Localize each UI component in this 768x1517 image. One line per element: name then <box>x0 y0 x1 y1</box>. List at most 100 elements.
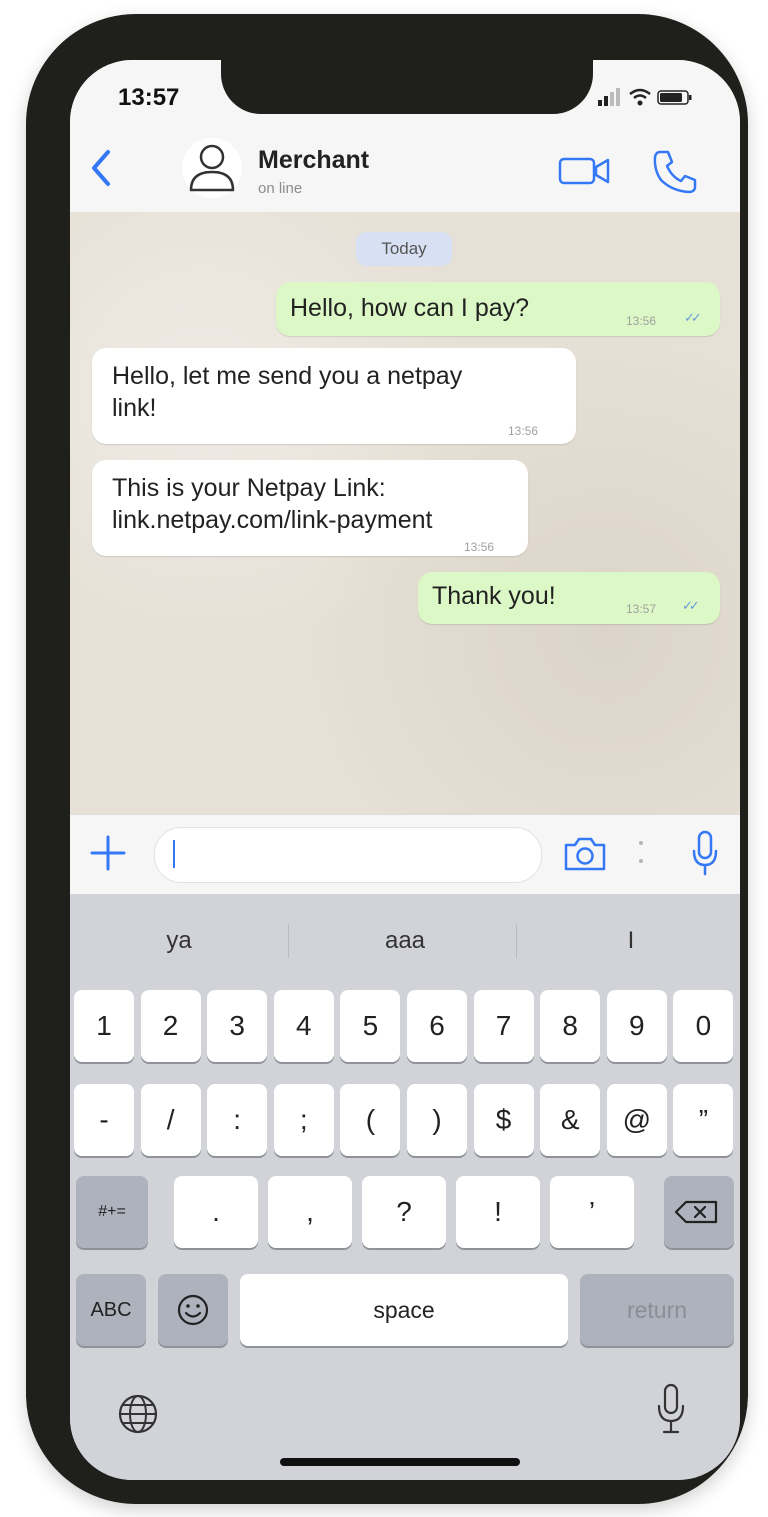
number-key[interactable]: 8 <box>540 990 601 1062</box>
number-key-label: 3 <box>229 1010 245 1041</box>
text-caret <box>173 840 175 868</box>
symbol-key[interactable]: & <box>540 1084 601 1156</box>
message-time: 13:56 <box>508 424 539 438</box>
status-icons <box>598 88 692 106</box>
abc-key[interactable]: ABC <box>76 1274 146 1346</box>
symbols-toggle-label: #+= <box>98 1203 126 1220</box>
symbol-key-label: : <box>233 1104 242 1135</box>
symbol-key-label: ) <box>432 1104 442 1135</box>
home-indicator <box>280 1458 520 1466</box>
number-key-label: 0 <box>695 1010 712 1041</box>
symbol-key-label: ; <box>299 1104 308 1135</box>
symbol-key[interactable]: ) <box>407 1084 467 1156</box>
dictation-microphone-icon[interactable] <box>654 1382 688 1438</box>
number-key-label: 7 <box>495 1010 512 1041</box>
separator-dots <box>639 841 643 863</box>
suggestion-3[interactable]: I <box>526 916 736 966</box>
keyboard: ya aaa I 1 2 3 4 5 6 7 8 9 0 - /:; () $ & @ ” #+= .,?! ’… <box>70 894 740 1480</box>
space-key[interactable]: space <box>240 1274 568 1346</box>
number-key-label: 8 <box>562 1010 578 1041</box>
message-time: 13:56 <box>626 314 657 328</box>
message-outgoing[interactable]: Hello, how can I pay? 13:56 ✓✓ <box>276 282 720 336</box>
message-incoming[interactable]: Hello, let me send you a netpay link! 13… <box>92 348 576 444</box>
symbol-key[interactable]: ; <box>273 1084 334 1156</box>
number-key-label: 2 <box>162 1010 179 1041</box>
read-receipt-icon: ✓✓ <box>684 310 702 325</box>
symbol-key-label: / <box>166 1104 175 1135</box>
phone-screen: 1 3: 5 7 Merchant on line Today Hello, how … <box>70 60 740 1480</box>
delete-key[interactable] <box>664 1176 734 1248</box>
message-text: Hello, how can I pay? <box>290 294 530 322</box>
signal-icon <box>598 88 620 106</box>
number-key-label: 6 <box>429 1010 445 1041</box>
camera-icon[interactable] <box>562 835 608 873</box>
symbol-key[interactable]: - <box>74 1084 134 1156</box>
punctuation-key[interactable]: ? <box>362 1176 446 1248</box>
suggestion-divider <box>516 924 517 958</box>
symbol-key-label: ” <box>698 1104 709 1135</box>
avatar[interactable] <box>182 138 242 198</box>
emoji-key[interactable] <box>158 1274 228 1346</box>
symbol-key[interactable]: ( <box>340 1084 401 1156</box>
status-time: 13:57 <box>118 84 180 111</box>
message-time: 13:56 <box>464 540 495 554</box>
number-key[interactable]: 1 <box>74 990 134 1062</box>
number-key-label: 5 <box>362 1010 379 1041</box>
emoji-icon <box>177 1294 209 1326</box>
phone-icon[interactable] <box>650 146 700 196</box>
return-key[interactable]: return <box>580 1274 734 1346</box>
message-input[interactable] <box>154 827 542 883</box>
number-key-label: 1 <box>96 1010 112 1041</box>
punctuation-key-label: . <box>212 1196 220 1227</box>
person-icon <box>189 144 235 192</box>
symbol-key[interactable]: : <box>207 1084 268 1156</box>
message-input-bar <box>70 814 740 895</box>
video-camera-icon[interactable] <box>558 154 610 188</box>
symbols-toggle-key[interactable]: #+= <box>76 1176 148 1248</box>
date-separator: Today <box>356 232 452 266</box>
number-key-label: 4 <box>296 1010 312 1041</box>
backspace-icon <box>674 1200 718 1224</box>
symbol-key-label: $ <box>495 1104 512 1135</box>
plus-icon[interactable] <box>88 833 128 873</box>
symbol-key[interactable]: @ <box>606 1084 667 1156</box>
punctuation-key-label: ’ <box>588 1196 596 1227</box>
message-text-line2: link.netpay.com/link-payment <box>112 506 433 534</box>
message-text: This is your Netpay Link: <box>112 474 386 502</box>
number-key[interactable]: 2 <box>140 990 201 1062</box>
contact-name: Merchant <box>258 146 370 174</box>
number-key[interactable]: 9 <box>606 990 667 1062</box>
message-incoming[interactable]: This is your Netpay Link: link.netpay.co… <box>92 460 528 556</box>
punctuation-key[interactable]: . <box>174 1176 258 1248</box>
number-key[interactable]: 5 <box>340 990 401 1062</box>
punctuation-key[interactable]: ’ <box>550 1176 634 1248</box>
message-time: 13:57 <box>626 602 657 616</box>
punctuation-key-label: ? <box>396 1196 412 1227</box>
symbol-key[interactable]: $ <box>473 1084 534 1156</box>
message-outgoing[interactable]: Thank you! 13:57 ✓✓ <box>418 572 720 624</box>
punctuation-key-label: ! <box>494 1196 502 1227</box>
punctuation-key[interactable]: , <box>268 1176 352 1248</box>
symbol-key[interactable]: / <box>140 1084 201 1156</box>
chat-area: Today Hello, how can I pay? 13:56 ✓✓ Hel… <box>70 212 740 814</box>
number-key[interactable]: 4 <box>273 990 334 1062</box>
return-key-label: return <box>626 1297 688 1323</box>
number-key[interactable]: 6 <box>407 990 467 1062</box>
abc-key-label: ABC <box>90 1299 132 1321</box>
symbol-key-label: @ <box>622 1104 652 1135</box>
microphone-icon[interactable] <box>690 829 720 877</box>
number-key[interactable]: 3 <box>207 990 268 1062</box>
punctuation-key[interactable]: ! <box>456 1176 540 1248</box>
globe-icon[interactable] <box>116 1392 160 1436</box>
wifi-icon <box>629 88 651 106</box>
suggestion-1[interactable]: ya <box>74 916 284 966</box>
read-receipt-icon: ✓✓ <box>682 598 700 613</box>
suggestion-2[interactable]: aaa <box>300 916 510 966</box>
chevron-left-icon[interactable] <box>82 138 122 198</box>
symbol-key[interactable]: ” <box>673 1084 734 1156</box>
message-text: Thank you! <box>432 582 556 610</box>
message-text-line2: link! <box>112 394 157 422</box>
symbol-key-label: ( <box>365 1104 376 1135</box>
number-key[interactable]: 0 <box>673 990 734 1062</box>
number-key[interactable]: 7 <box>473 990 534 1062</box>
